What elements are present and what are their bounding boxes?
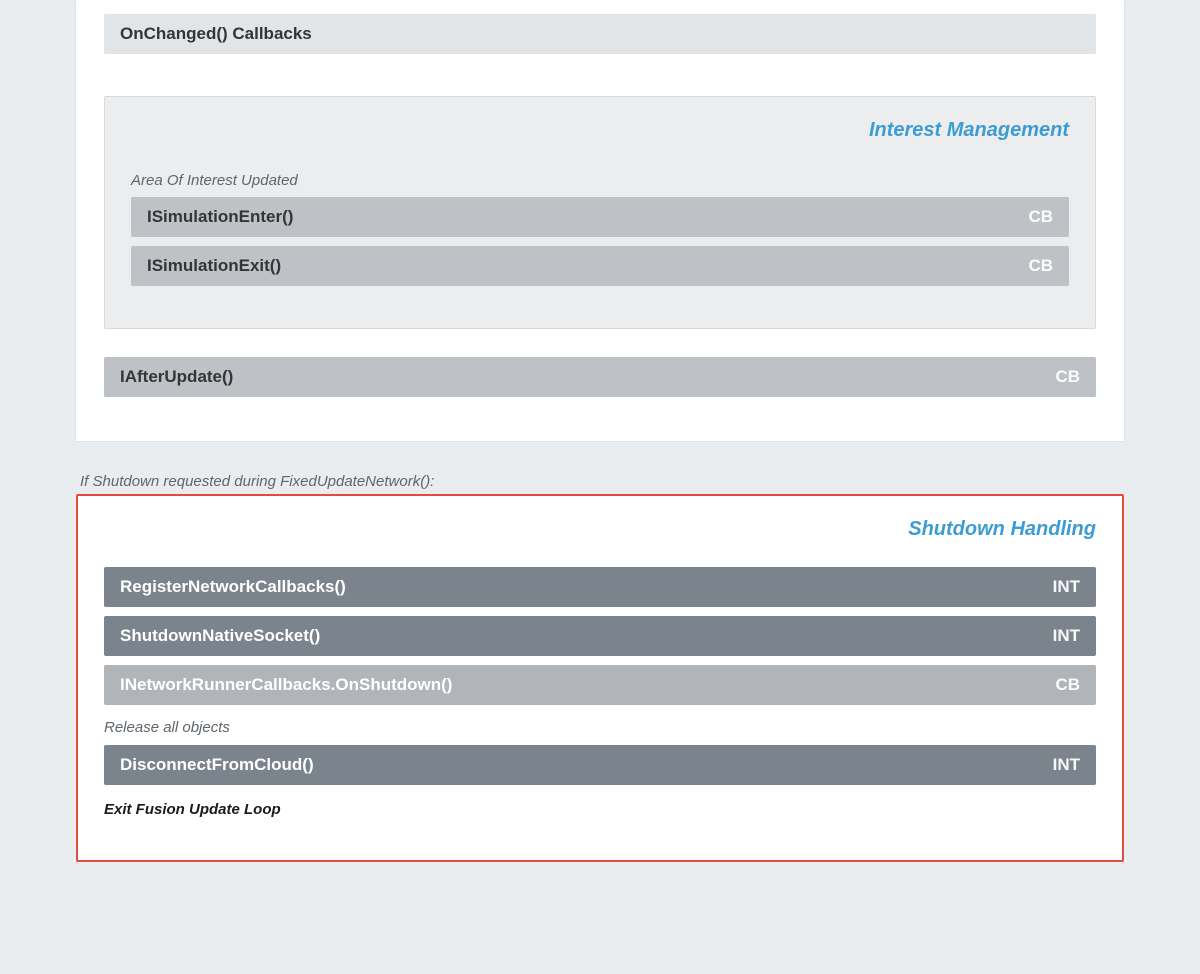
shutdown-precondition-note: If Shutdown requested during FixedUpdate…	[80, 473, 1124, 490]
onchanged-callbacks-bar: OnChanged() Callbacks	[104, 14, 1096, 54]
iafterupdate-bar: IAfterUpdate() CB	[104, 357, 1096, 397]
exit-loop-note: Exit Fusion Update Loop	[104, 801, 1096, 818]
isimulationexit-label: ISimulationExit()	[147, 256, 281, 276]
isimulationexit-bar: ISimulationExit() CB	[131, 246, 1069, 286]
shutdownnativesocket-label: ShutdownNativeSocket()	[120, 626, 320, 646]
onshutdown-bar: INetworkRunnerCallbacks.OnShutdown() CB	[104, 665, 1096, 705]
isimulationenter-badge: CB	[1028, 207, 1053, 227]
interest-management-panel: Interest Management Area Of Interest Upd…	[104, 96, 1096, 329]
shutdown-handling-title: Shutdown Handling	[104, 518, 1096, 541]
disconnectfromcloud-label: DisconnectFromCloud()	[120, 755, 314, 775]
isimulationexit-badge: CB	[1028, 256, 1053, 276]
disconnectfromcloud-badge: INT	[1053, 755, 1080, 775]
iafterupdate-label: IAfterUpdate()	[120, 367, 233, 387]
upper-white-block: OnChanged() Callbacks Interest Managemen…	[76, 0, 1124, 441]
disconnectfromcloud-bar: DisconnectFromCloud() INT	[104, 745, 1096, 785]
onshutdown-label: INetworkRunnerCallbacks.OnShutdown()	[120, 675, 452, 695]
shutdown-handling-block: Shutdown Handling RegisterNetworkCallbac…	[76, 494, 1124, 862]
shutdownnativesocket-badge: INT	[1053, 626, 1080, 646]
shutdownnativesocket-bar: ShutdownNativeSocket() INT	[104, 616, 1096, 656]
aoi-updated-note: Area Of Interest Updated	[131, 172, 1069, 189]
isimulationenter-label: ISimulationEnter()	[147, 207, 293, 227]
iafterupdate-badge: CB	[1055, 367, 1080, 387]
isimulationenter-bar: ISimulationEnter() CB	[131, 197, 1069, 237]
interest-management-title: Interest Management	[131, 119, 1069, 142]
registernetworkcallbacks-bar: RegisterNetworkCallbacks() INT	[104, 567, 1096, 607]
registernetworkcallbacks-badge: INT	[1053, 577, 1080, 597]
release-objects-note: Release all objects	[104, 719, 1096, 736]
onshutdown-badge: CB	[1055, 675, 1080, 695]
registernetworkcallbacks-label: RegisterNetworkCallbacks()	[120, 577, 346, 597]
onchanged-callbacks-label: OnChanged() Callbacks	[120, 24, 312, 44]
